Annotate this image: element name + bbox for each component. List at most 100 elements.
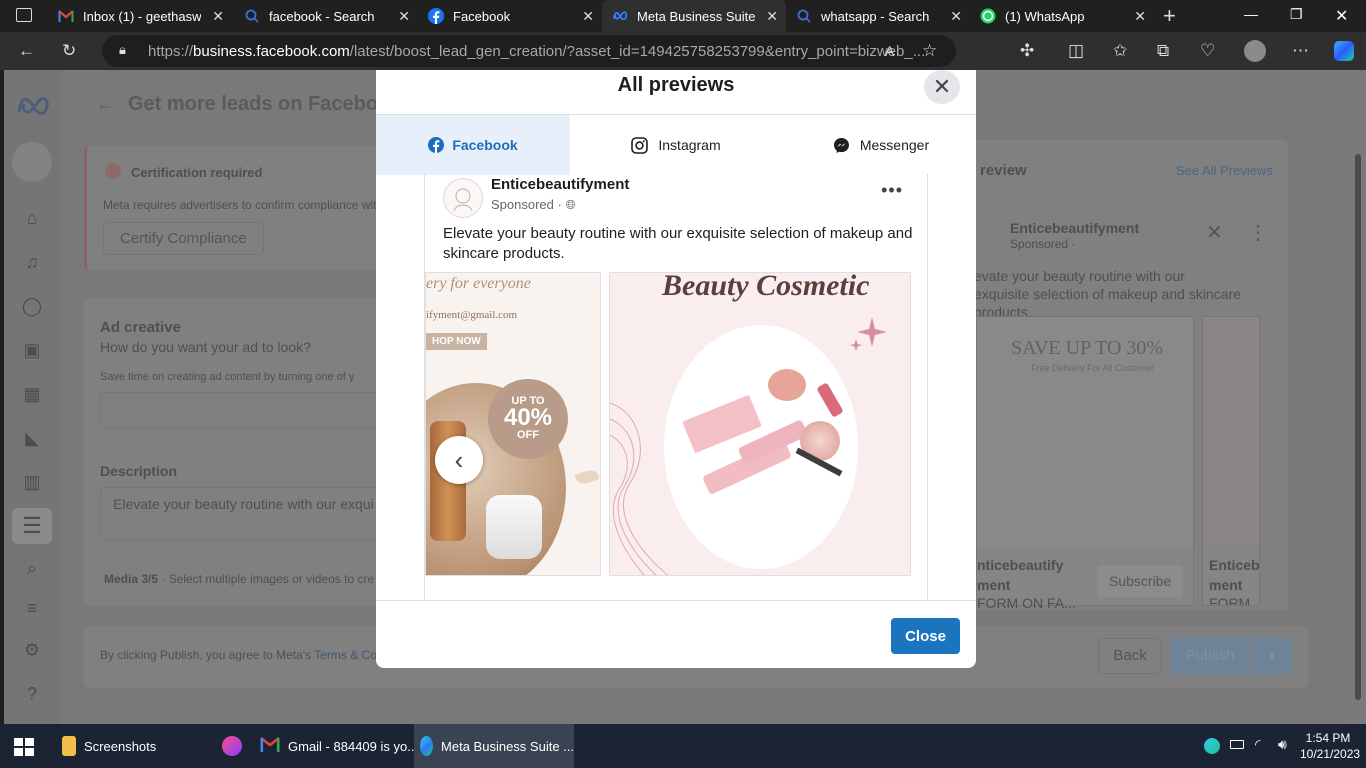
tab-facebook[interactable]: Facebook ✕	[418, 0, 602, 32]
close-tab-icon[interactable]: ✕	[766, 8, 778, 25]
taskbar-gmail[interactable]: Gmail - 884409 is yo...	[254, 724, 418, 768]
tab-messenger[interactable]: Messenger	[786, 115, 976, 175]
extension-puzzle-icon[interactable]: ✣	[1020, 41, 1034, 61]
start-windows-icon[interactable]	[14, 738, 34, 756]
see-all-previews-link[interactable]: See All Previews	[1176, 163, 1273, 178]
dialog-title: All previews	[617, 74, 735, 96]
page-scrollbar[interactable]	[1350, 70, 1366, 724]
carousel-card-1[interactable]: ery for everyone ifyment@gmail.com HOP N…	[425, 272, 601, 576]
wps-icon	[222, 736, 242, 756]
browser-essentials-icon[interactable]: ♡	[1200, 41, 1215, 61]
tab-label: Messenger	[859, 137, 930, 153]
close-tab-icon[interactable]: ✕	[398, 8, 410, 25]
insights-icon[interactable]: ▥	[20, 472, 44, 496]
all-tools-icon[interactable]: ☰	[12, 508, 52, 544]
carousel-card-2[interactable]: Beauty Cosmetic	[609, 272, 911, 576]
close-tab-icon[interactable]: ✕	[212, 8, 224, 25]
post-page-name[interactable]: Enticebeautifyment	[491, 176, 629, 193]
taskbar-meta-business-suite[interactable]: Meta Business Suite ...	[414, 724, 574, 768]
copilot-icon[interactable]	[1334, 41, 1354, 61]
profile-avatar[interactable]	[1244, 40, 1266, 62]
feed-post: Enticebeautifyment Sponsored · 🌐︎ ••• El…	[424, 174, 928, 600]
close-tab-icon[interactable]: ✕	[582, 8, 594, 25]
home-icon[interactable]: ⌂	[20, 208, 44, 232]
account-avatar[interactable]	[12, 142, 52, 182]
taskbar-screenshots[interactable]: Screenshots	[56, 724, 206, 768]
description-value: Elevate your beauty routine with our exq…	[113, 496, 374, 512]
refresh-icon[interactable]: ↻	[62, 41, 76, 61]
minimize-icon[interactable]: —	[1244, 6, 1258, 22]
bg-carousel-card-2: Enticeb ment FORM	[1202, 316, 1260, 606]
notifications-icon[interactable]: ♫	[20, 252, 44, 276]
tab-gmail[interactable]: Inbox (1) - geethaswet ✕	[48, 0, 232, 32]
url-path: /latest/boost_lead_gen_creation/?asset_i…	[349, 42, 926, 60]
terms-link[interactable]: Terms & Co	[314, 648, 377, 662]
ad-creative-hint: Save time on creating ad content by turn…	[100, 371, 355, 383]
favorite-star-icon[interactable]: ☆	[922, 41, 937, 61]
publish-dropdown-icon[interactable]: ▼	[1252, 638, 1292, 674]
planner-icon[interactable]: ▦	[20, 384, 44, 408]
collections-icon[interactable]: ⧉	[1157, 41, 1169, 61]
inbox-icon[interactable]: ◯	[20, 296, 44, 320]
ad-creative-card: Ad creative How do you want your ad to l…	[84, 298, 380, 606]
publish-button[interactable]: Publish	[1170, 638, 1250, 674]
dialog-close-icon[interactable]: ✕	[924, 70, 960, 104]
close-tab-icon[interactable]: ✕	[950, 8, 962, 25]
creative-selector[interactable]	[100, 392, 380, 428]
window-close-icon[interactable]: ✕	[1335, 6, 1348, 26]
badge-value: 40%	[503, 404, 553, 431]
terms-prefix: By clicking Publish, you agree to Meta's	[100, 648, 312, 662]
lock-icon: 🔒︎	[119, 42, 126, 57]
tab-facebook-search[interactable]: facebook - Search ✕	[234, 0, 418, 32]
clock[interactable]: 1:54 PM 10/21/2023	[1300, 730, 1360, 762]
taskbar-wps[interactable]	[214, 724, 250, 768]
tab-label: Instagram	[658, 137, 721, 153]
url-field[interactable]: 🔒︎ https://business.facebook.com/latest/…	[102, 35, 956, 67]
more-options-icon[interactable]: ⋯	[1292, 41, 1309, 61]
scrollbar-thumb[interactable]	[1355, 154, 1361, 700]
back-arrow-icon[interactable]: ←	[96, 94, 114, 115]
back-arrow-icon[interactable]: ←	[18, 41, 35, 61]
cert-title: Certification required	[131, 165, 263, 180]
list-icon[interactable]: ≡	[20, 598, 44, 622]
search-icon[interactable]: ⌕	[20, 558, 44, 582]
volume-icon[interactable]: 🔊︎	[1278, 736, 1287, 753]
carousel-previous-button[interactable]: ‹	[435, 436, 483, 484]
ads-icon[interactable]: ◣	[20, 428, 44, 452]
close-button[interactable]: Close	[891, 618, 960, 654]
tab-whatsapp-search[interactable]: whatsapp - Search ✕	[786, 0, 970, 32]
tab-whatsapp[interactable]: (1) WhatsApp ✕	[970, 0, 1154, 32]
restore-icon[interactable]: ❐	[1290, 6, 1303, 23]
settings-gear-icon[interactable]: ⚙	[20, 640, 44, 664]
warning-icon	[105, 163, 121, 179]
post-more-icon[interactable]: •••	[881, 180, 903, 201]
edge-tray-icon[interactable]	[1204, 738, 1220, 754]
ad-creative-title: Ad creative	[100, 319, 181, 336]
globe-icon: 🌐︎	[565, 197, 576, 212]
bg-more-icon: ⋮	[1248, 222, 1268, 244]
media-label: Media 3/5 · Select multiple images or vi…	[104, 572, 374, 586]
battery-icon[interactable]	[1230, 740, 1244, 749]
tab-facebook[interactable]: Facebook	[376, 115, 570, 175]
help-icon[interactable]: ?	[20, 684, 44, 708]
read-aloud-icon[interactable]: A	[885, 43, 894, 59]
url-host: business.facebook.com	[193, 42, 350, 60]
page-avatar	[443, 178, 483, 218]
facebook-ad-preview: Enticebeautifyment Sponsored · 🌐︎ ••• El…	[408, 174, 944, 600]
tab-instagram[interactable]: Instagram	[581, 115, 771, 175]
meta-logo-icon	[17, 96, 49, 115]
clock-time: 1:54 PM	[1305, 731, 1351, 745]
split-screen-icon[interactable]: ◫	[1068, 41, 1084, 61]
certify-compliance-button[interactable]: Certify Compliance	[103, 222, 264, 255]
description-input[interactable]: Elevate your beauty routine with our exq…	[100, 487, 380, 541]
favorites-icon[interactable]: ✩	[1113, 41, 1127, 61]
tab-title: Facebook	[453, 8, 511, 24]
tab-meta-business-suite[interactable]: Meta Business Suite ✕	[602, 0, 786, 32]
post-text: Elevate your beauty routine with our exq…	[443, 225, 913, 262]
back-button[interactable]: Back	[1098, 638, 1162, 674]
close-tab-icon[interactable]: ✕	[1134, 8, 1146, 25]
tab-actions-icon[interactable]	[16, 8, 32, 22]
new-tab-icon[interactable]: +	[1163, 3, 1176, 29]
wifi-icon[interactable]: ◜	[1255, 736, 1260, 753]
content-icon[interactable]: ▣	[20, 340, 44, 364]
